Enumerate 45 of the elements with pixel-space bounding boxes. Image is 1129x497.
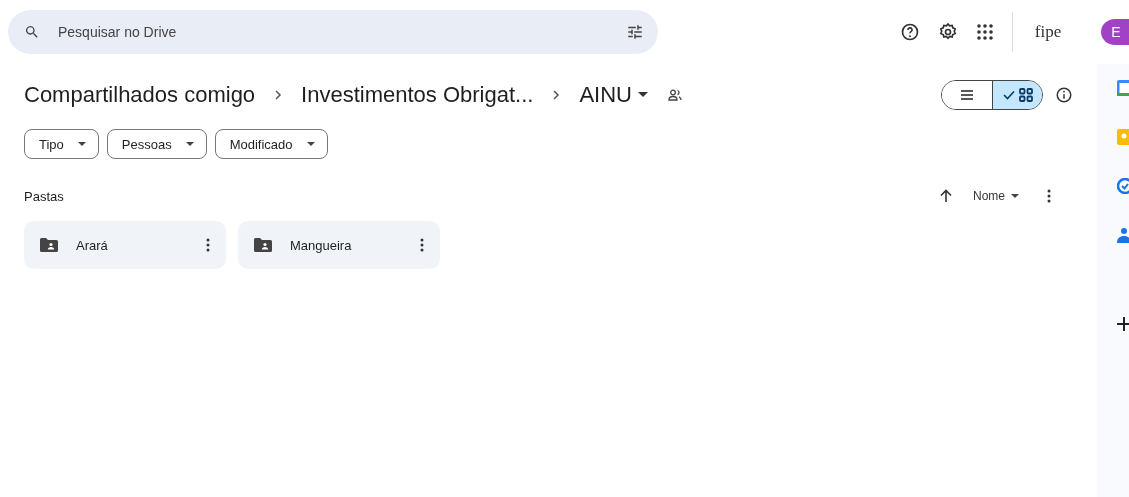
shared-people-icon xyxy=(668,89,682,101)
search-field[interactable]: Pesquisar no Drive xyxy=(56,23,626,41)
account-avatar[interactable]: E xyxy=(1101,19,1129,45)
breadcrumb-link[interactable]: Investimentos Obrigat... xyxy=(301,82,534,108)
breadcrumb-link[interactable]: AINU xyxy=(579,82,632,108)
sort-direction-icon[interactable] xyxy=(939,189,953,203)
filter-chip[interactable]: Tipo xyxy=(24,129,99,159)
caret-icon[interactable] xyxy=(638,92,648,98)
organization-logo: fipe xyxy=(1012,12,1083,52)
add-icon[interactable] xyxy=(1117,316,1129,332)
breadcrumb-link[interactable]: Compartilhados comigo xyxy=(24,82,256,108)
filter-sliders-icon[interactable] xyxy=(626,23,644,41)
settings-icon[interactable] xyxy=(938,22,958,42)
filter-chip[interactable]: Pessoas xyxy=(106,129,207,159)
shared-folder-icon xyxy=(254,238,272,252)
sort-button[interactable]: Nome xyxy=(973,189,1019,203)
folder-card[interactable]: Arará xyxy=(24,221,226,269)
folder-name: Arará xyxy=(76,237,109,253)
more-options-icon[interactable] xyxy=(206,238,210,252)
more-options-icon[interactable] xyxy=(420,238,424,252)
more-options-icon[interactable] xyxy=(1047,189,1051,203)
calendar-icon[interactable] xyxy=(1117,80,1129,96)
caret-icon xyxy=(77,141,86,147)
caret-icon xyxy=(306,141,315,147)
grid-view-button[interactable] xyxy=(992,81,1042,109)
view-toggle[interactable] xyxy=(941,80,1043,110)
folder-name: Mangueira xyxy=(290,237,353,253)
folder-card[interactable]: Mangueira xyxy=(238,221,440,269)
caret-icon xyxy=(1011,193,1019,199)
list-icon xyxy=(960,89,974,101)
section-title: Pastas xyxy=(24,188,64,204)
apps-grid-icon[interactable] xyxy=(976,23,994,41)
help-icon[interactable] xyxy=(900,22,920,42)
filter-chip[interactable]: Modificado xyxy=(214,129,328,159)
tasks-icon[interactable] xyxy=(1117,178,1129,194)
grid-icon xyxy=(1018,88,1033,102)
search-bar[interactable]: Pesquisar no Drive xyxy=(8,10,658,54)
check-icon xyxy=(1002,90,1015,100)
caret-icon xyxy=(185,141,194,147)
chevron-right-icon xyxy=(551,89,562,101)
chevron-right-icon xyxy=(273,89,284,101)
contacts-icon[interactable] xyxy=(1117,227,1129,243)
shared-folder-icon xyxy=(40,238,58,252)
info-icon[interactable] xyxy=(1055,86,1073,104)
search-icon xyxy=(24,24,40,40)
